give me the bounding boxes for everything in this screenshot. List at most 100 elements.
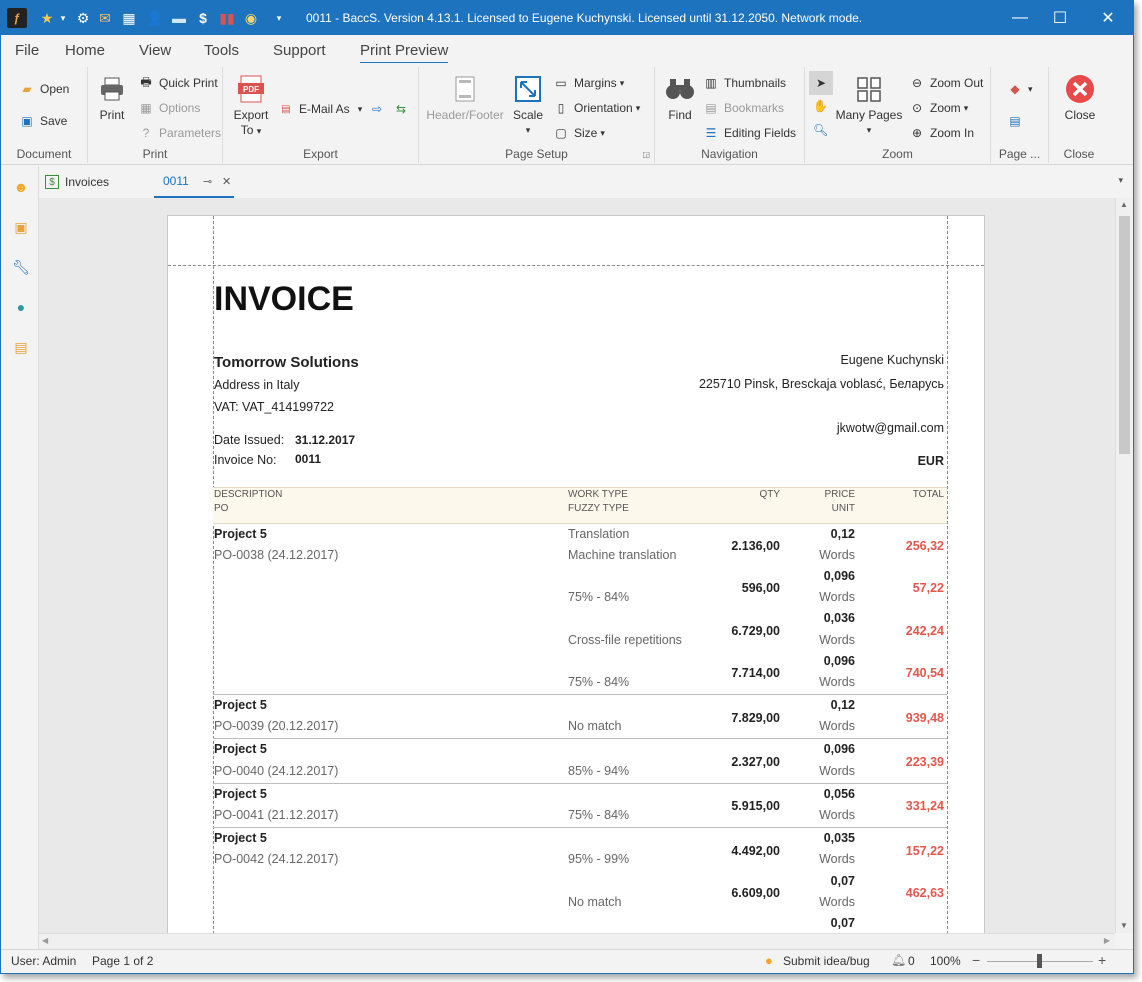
bookmarks-button[interactable]: ▤ Bookmarks [703, 100, 784, 116]
quick-access-dropdown-icon[interactable]: ▾ [269, 8, 289, 28]
tab-list-dropdown-icon[interactable]: ▾ [1118, 175, 1123, 186]
watermark-button[interactable]: ▤ [1007, 113, 1028, 129]
mail-icon[interactable]: ✉ [95, 8, 115, 28]
maximize-button[interactable]: ☐ [1037, 1, 1083, 35]
row-fuzzy-type: Machine translation [568, 548, 677, 562]
zoom-slider-thumb[interactable] [1037, 954, 1042, 968]
quick-print-button[interactable]: 🖶 Quick Print [138, 75, 217, 91]
tag-icon[interactable]: ● [12, 298, 30, 316]
menu-print-preview[interactable]: Print Preview [360, 42, 449, 64]
close-preview-button[interactable]: Close [1061, 73, 1099, 123]
scroll-down-icon[interactable]: ▼ [1120, 921, 1128, 930]
options-button[interactable]: ▦ Options [138, 100, 200, 116]
invoice-icon[interactable]: $ [193, 8, 213, 28]
app-window: ƒ ★ ▾ ⚙ ✉ ▦ 👤 ▬ $ ▮▮ ◉ ▾ 0011 - BaccS. V… [0, 0, 1134, 974]
editing-fields-button[interactable]: ☰ Editing Fields [703, 125, 796, 141]
gallery-icon[interactable]: ▣ [12, 218, 30, 236]
margins-icon: ▭ [555, 76, 567, 90]
row-total: 256,32 [905, 539, 944, 553]
scroll-right-icon[interactable]: ▶ [1104, 936, 1110, 945]
group-page-background: ◆ ▾ ▤ Page ... [991, 67, 1049, 163]
tab-0011[interactable]: 0011 ⊸ ✕ [154, 166, 234, 198]
tab-invoices[interactable]: $ Invoices [45, 166, 149, 198]
submit-idea-link[interactable]: Submit idea/bug [783, 954, 870, 968]
app-logo-icon[interactable]: ƒ [7, 8, 27, 28]
wrench-icon[interactable]: 🔧︎ [12, 258, 30, 276]
row-fuzzy-type: 75% - 84% [568, 590, 630, 604]
col-qty: QTY [759, 489, 780, 500]
hand-tool-button[interactable]: ✋ [813, 99, 828, 113]
row-price: 0,036 [823, 611, 855, 625]
date-value: 31.12.2017 [295, 433, 356, 447]
notification-bell-icon[interactable]: 🔔︎ [891, 953, 906, 967]
send-document-icon: ⇆ [395, 102, 407, 116]
find-button[interactable]: Find [663, 73, 697, 123]
row-price: 0,07 [830, 874, 855, 888]
support-agent-icon[interactable]: ☻ [12, 178, 30, 196]
zoom-out-button[interactable]: ⊖ Zoom Out [909, 75, 983, 91]
close-tab-icon[interactable]: ✕ [222, 175, 231, 188]
export-to-button[interactable]: PDF Export To ▾ [231, 73, 271, 139]
company-name: Tomorrow Solutions [214, 354, 359, 371]
document-viewer[interactable]: INVOICE Tomorrow Solutions Address in It… [39, 198, 1115, 933]
zoom-in-small-button[interactable]: + [1098, 952, 1106, 968]
books-icon[interactable]: ▮▮ [217, 8, 237, 28]
client-email: jkwotw@gmail.com [836, 421, 944, 435]
scale-button[interactable]: Scale ▾ [511, 73, 545, 138]
calendar-icon[interactable]: ▦ [119, 8, 139, 28]
group-navigation: Find ▥ Thumbnails ▤ Bookmarks ☰ Editing Fie… [655, 67, 805, 163]
col-unit: UNIT [831, 503, 855, 514]
orientation-button[interactable]: ▯ Orientation ▾ [553, 100, 641, 116]
dialog-launcher-icon[interactable]: ◲ [642, 150, 650, 159]
open-button[interactable]: ▰ Open [19, 81, 69, 97]
zoom-out-small-button[interactable]: − [972, 952, 980, 968]
settings-gear-icon[interactable]: ⚙ [73, 8, 93, 28]
folder-icon[interactable]: ▬ [169, 8, 189, 28]
margins-button[interactable]: ▭ Margins ▾ [553, 75, 624, 91]
client-address: 225710 Pinsk, Bresckaja voblasć, Беларус… [698, 377, 944, 391]
group-print: Print 🖶 Quick Print ▦ Options ? Parameters … [88, 67, 223, 163]
row-unit: Words [819, 852, 855, 866]
print-button[interactable]: Print [96, 73, 128, 123]
scroll-thumb[interactable] [1119, 216, 1130, 454]
row-qty: 596,00 [741, 581, 780, 595]
watermark-icon: ▤ [1009, 114, 1021, 128]
menu-support[interactable]: Support [273, 42, 326, 59]
row-qty: 2.327,00 [731, 755, 780, 769]
menu-view[interactable]: View [139, 42, 171, 59]
pointer-tool-button[interactable]: ➤ [809, 71, 833, 95]
bookmarks-icon: ▤ [705, 101, 717, 115]
thumbnails-button[interactable]: ▥ Thumbnails [703, 75, 786, 91]
many-pages-button[interactable]: Many Pages ▾ [835, 73, 903, 138]
magnifier-tool-button[interactable]: 🔍︎ [813, 123, 828, 137]
zoom-dropdown-button[interactable]: ⊙ Zoom ▾ [909, 100, 968, 116]
pin-icon[interactable]: ⊸ [203, 175, 212, 188]
horizontal-scrollbar[interactable]: ◀ ▶ [39, 933, 1115, 949]
save-button[interactable]: ▣ Save [19, 113, 67, 129]
menu-file[interactable]: File [15, 42, 39, 59]
scroll-left-icon[interactable]: ◀ [42, 936, 48, 945]
row-price: 0,056 [823, 787, 855, 801]
user-icon[interactable]: 👤 [145, 8, 165, 28]
vertical-scrollbar[interactable]: ▲ ▼ [1115, 198, 1133, 933]
menu-tools[interactable]: Tools [204, 42, 239, 59]
header-footer-button[interactable]: Header/Footer [425, 73, 505, 123]
group-label: Page ... [998, 147, 1041, 161]
scroll-up-icon[interactable]: ▲ [1120, 200, 1128, 209]
zoom-in-button[interactable]: ⊕ Zoom In [909, 125, 974, 141]
export-document-button[interactable]: ⇨ [369, 101, 390, 117]
favorites-dropdown-icon[interactable]: ▾ [53, 8, 73, 28]
parameters-button[interactable]: ? Parameters [138, 125, 221, 141]
support-icon[interactable]: ◉ [241, 8, 261, 28]
menu-home[interactable]: Home [65, 42, 105, 59]
chevron-down-icon: ▾ [866, 125, 872, 135]
row-total: 157,22 [905, 844, 944, 858]
close-window-button[interactable]: ✕ [1085, 1, 1131, 35]
currency: EUR [917, 454, 944, 468]
email-as-button[interactable]: ▤ E-Mail As ▾ [278, 101, 362, 117]
page-color-button[interactable]: ◆ ▾ [1007, 81, 1032, 97]
clipboard-icon[interactable]: ▤ [12, 338, 30, 356]
row-divider [213, 783, 947, 784]
send-document-button[interactable]: ⇆ [393, 101, 414, 117]
size-button[interactable]: ▢ Size ▾ [553, 125, 605, 141]
